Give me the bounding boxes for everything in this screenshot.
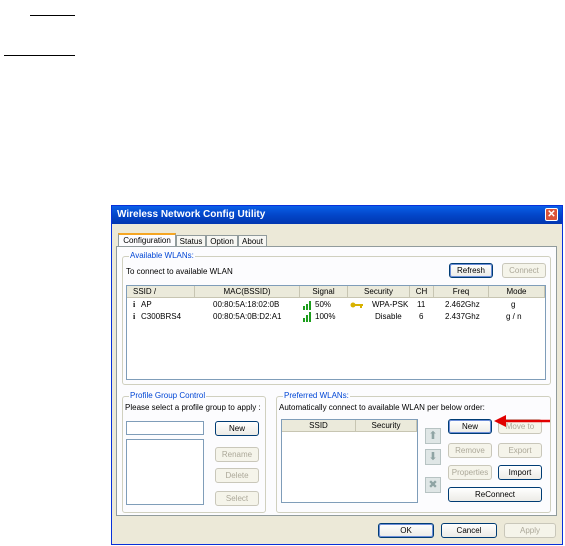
profile-group-instruction: Please select a profile group to apply : [125,403,261,412]
key-icon [350,301,364,309]
top-rule-1 [30,15,75,16]
security-cell: WPA-PSK [372,300,409,309]
mode-cell: g [511,300,516,309]
apply-button[interactable]: Apply [504,523,556,538]
delete-button[interactable]: Delete [215,468,259,483]
mac-cell: 00:80:5A:0B:D2:A1 [213,312,282,321]
ssid-cell: C300BRS4 [141,312,182,321]
signal-bars-icon [303,300,312,310]
title-bar[interactable]: Wireless Network Config Utility ✕ [112,206,562,224]
profile-group-list[interactable] [126,439,204,505]
col-header-security[interactable]: Security [356,420,417,432]
profile-new-button[interactable]: New [215,421,259,436]
preferred-new-button[interactable]: New [448,419,492,434]
col-header-mode[interactable]: Mode [489,286,545,298]
table-row[interactable]: i AP 00:80:5A:18:02:0B 50% WPA-PSK 11 2.… [127,300,545,311]
remove-arrow-icon: ✖ [428,479,438,491]
col-header-security[interactable]: Security [348,286,410,298]
import-button[interactable]: Import [498,465,542,480]
configuration-panel: Available WLANs: To connect to available… [116,246,557,516]
col-header-signal[interactable]: Signal [300,286,348,298]
available-instruction: To connect to available WLAN [126,267,233,276]
reconnect-button[interactable]: ReConnect [448,487,542,502]
preferred-wlans-list[interactable]: SSID Security [281,419,418,503]
info-icon: i [133,312,136,321]
ch-cell: 11 [417,300,426,309]
export-button[interactable]: Export [498,443,542,458]
close-icon: ✕ [547,209,556,220]
tab-label: Configuration [123,236,171,245]
security-cell: Disable [375,312,402,321]
signal-cell: 100% [315,312,336,321]
col-header-ssid[interactable]: SSID [282,420,356,432]
mode-cell: g / n [506,312,522,321]
table-row[interactable]: i C300BRS4 00:80:5A:0B:D2:A1 100% Disabl… [127,312,545,323]
ch-cell: 6 [419,312,424,321]
annotation-arrow [494,415,550,427]
config-utility-window: Wireless Network Config Utility ✕ Config… [111,205,563,545]
col-header-freq[interactable]: Freq [434,286,489,298]
refresh-button[interactable]: Refresh [449,263,493,278]
select-button[interactable]: Select [215,491,259,506]
mac-cell: 00:80:5A:18:02:0B [213,300,280,309]
signal-cell: 50% [315,300,332,309]
top-rule-2 [4,55,75,56]
tab-configuration[interactable]: Configuration [118,233,176,247]
connect-button[interactable]: Connect [502,263,546,278]
move-down-button[interactable]: ⬇ [425,449,441,465]
available-wlans-legend: Available WLANs: [129,251,195,260]
move-up-button[interactable]: ⬆ [425,428,441,444]
remove-button[interactable]: Remove [448,443,492,458]
close-button[interactable]: ✕ [545,208,558,221]
profile-group-input[interactable] [126,421,204,435]
arrow-down-icon: ⬇ [428,451,438,463]
signal-bars-icon [303,312,312,322]
properties-button[interactable]: Properties [448,465,492,480]
info-icon: i [133,300,136,309]
freq-cell: 2.437Ghz [445,312,480,321]
ssid-cell: AP [141,300,152,309]
col-header-mac[interactable]: MAC(BSSID) [195,286,300,298]
col-header-ch[interactable]: CH [410,286,434,298]
arrow-up-icon: ⬆ [428,430,438,442]
freq-cell: 2.462Ghz [445,300,480,309]
remove-arrow-button[interactable]: ✖ [425,477,441,493]
ok-button[interactable]: OK [378,523,434,538]
available-wlans-list[interactable]: SSID / MAC(BSSID) Signal Security CH Fre… [126,285,546,380]
rename-button[interactable]: Rename [215,447,259,462]
available-wlans-group: Available WLANs: To connect to available… [122,251,551,385]
cancel-button[interactable]: Cancel [441,523,497,538]
profile-group-legend: Profile Group Control [129,391,207,400]
tab-label: Status [179,237,203,246]
tab-label: About [242,237,263,246]
profile-group-control: Profile Group Control Please select a pr… [122,391,266,513]
col-header-ssid[interactable]: SSID / [127,286,195,298]
window-title: Wireless Network Config Utility [117,209,266,220]
preferred-wlans-legend: Preferred WLANs: [283,391,350,400]
tab-label: Option [210,237,234,246]
preferred-instruction: Automatically connect to available WLAN … [279,403,485,412]
